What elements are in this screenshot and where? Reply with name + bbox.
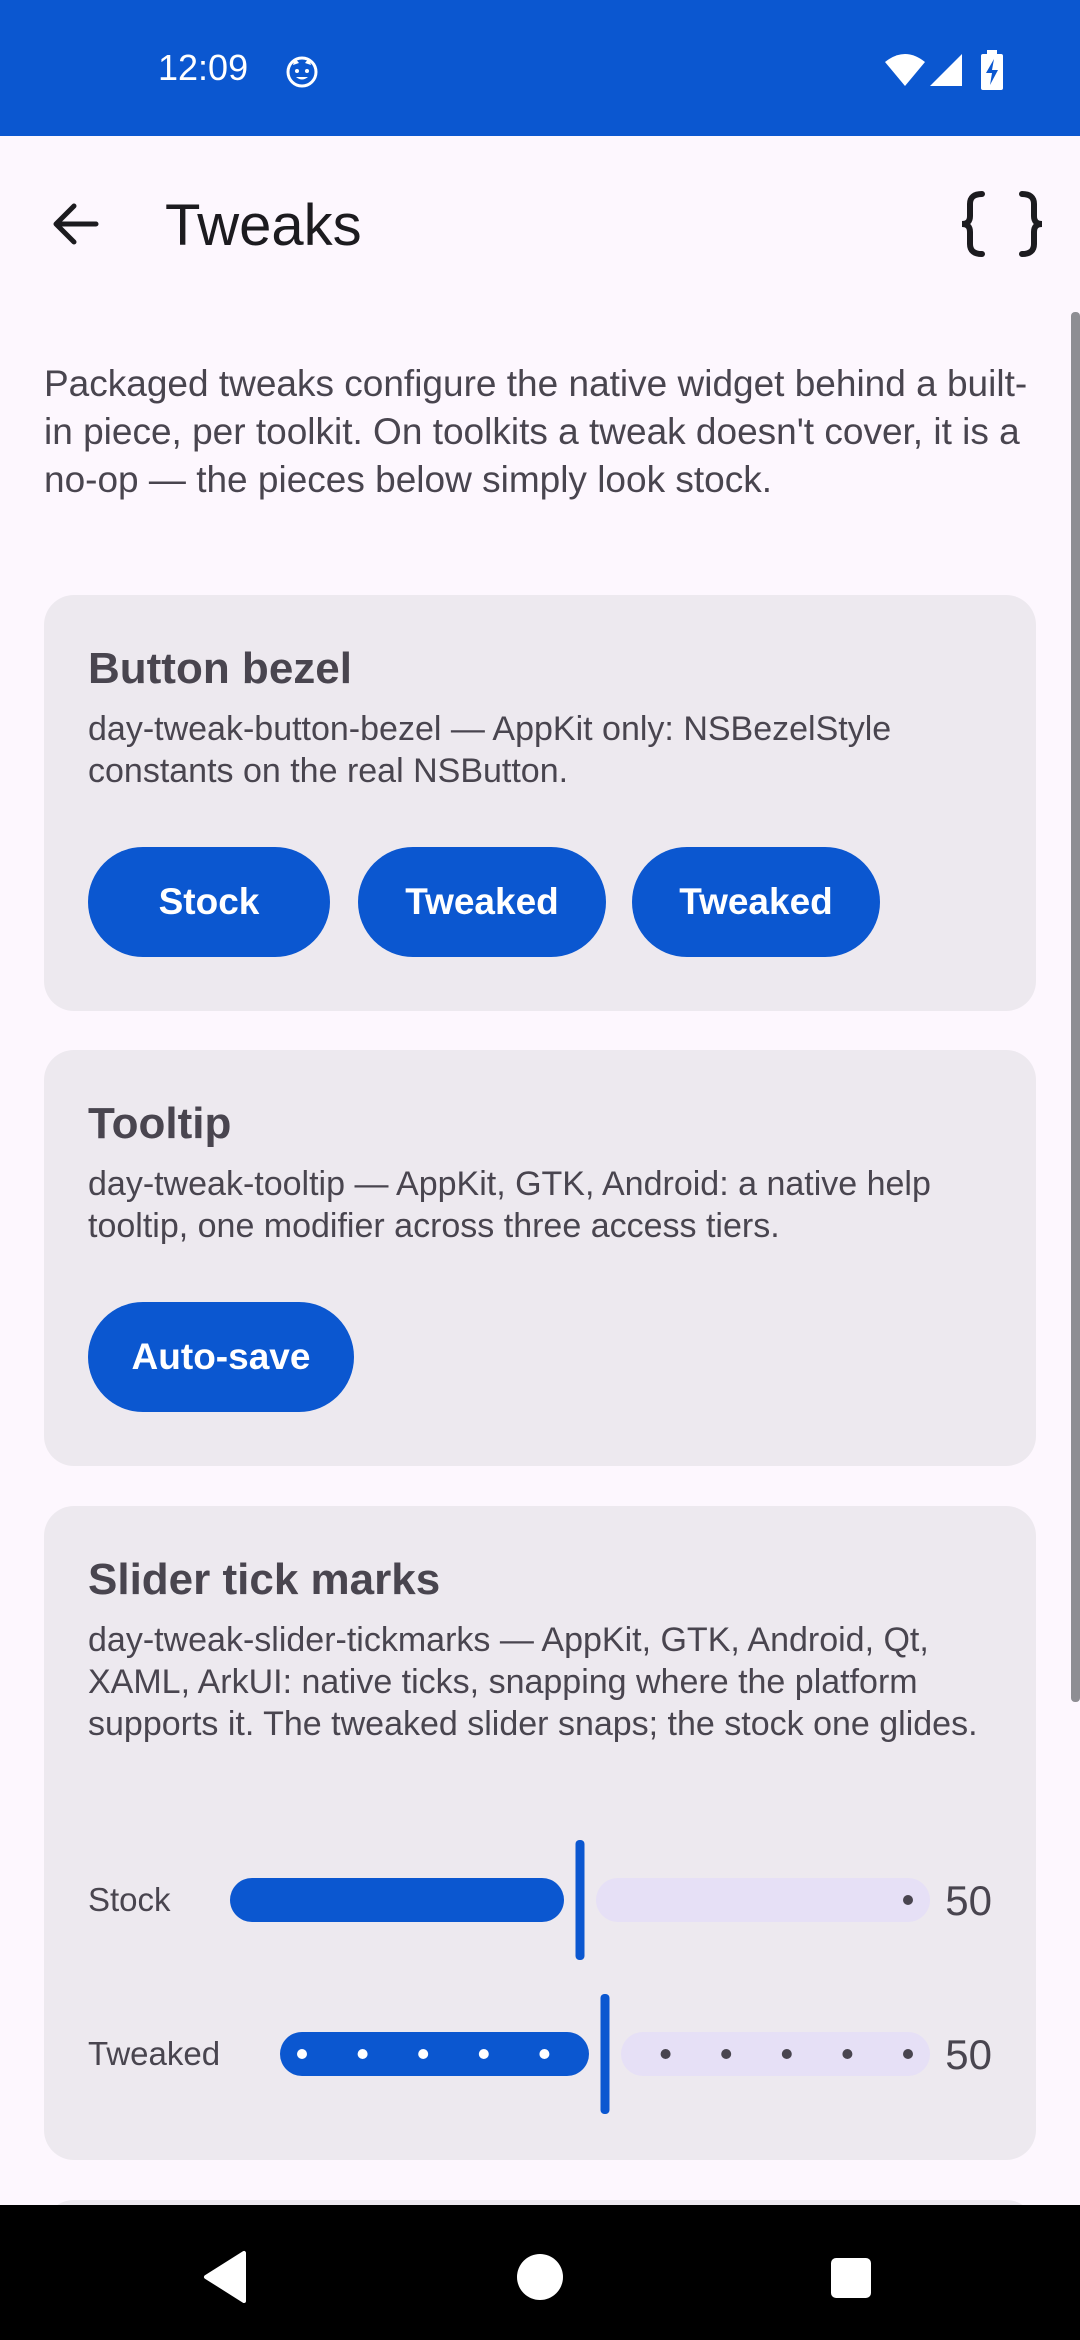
tweaks-content: Packaged tweaks configure the native wid… (0, 312, 1080, 2205)
tweaked-slider-value: 50 (945, 2031, 992, 2078)
card-description: day-tweak-tooltip — AppKit, GTK, Android… (88, 1165, 931, 1245)
slider-thumb (600, 1994, 610, 2114)
tweaked-slider[interactable] (280, 1992, 930, 2116)
nav-home-icon[interactable] (516, 2253, 564, 2301)
stock-slider-value: 50 (945, 1877, 992, 1924)
slider-tick-mark (842, 2049, 853, 2059)
stock-button[interactable]: Stock (88, 847, 330, 957)
slider-tick-mark (478, 2049, 489, 2059)
slider-inactive-track (596, 1878, 930, 1922)
slider-tick-mark (903, 2049, 913, 2059)
auto-save-button[interactable]: Auto-save (88, 1302, 354, 1412)
stock-slider[interactable] (230, 1838, 930, 1962)
battery-charging-icon (981, 50, 1003, 90)
slider-tick-mark (297, 2049, 307, 2059)
slider-thumb (575, 1840, 585, 1960)
status-bar: 12:09 (0, 0, 1080, 136)
code-braces-icon[interactable] (956, 188, 1048, 260)
button-bezel-card: Button bezel day-tweak-button-bezel — Ap… (44, 595, 1036, 1011)
arrow-back-icon[interactable] (44, 192, 108, 256)
wifi-icon (885, 54, 925, 86)
card-description: day-tweak-slider-tickmarks — AppKit, GTK… (88, 1621, 978, 1743)
card-title: Slider tick marks (88, 1555, 441, 1604)
tooltip-card: Tooltip day-tweak-tooltip — AppKit, GTK,… (44, 1050, 1036, 1466)
card-title: Button bezel (88, 644, 352, 693)
slider-tick-mark (781, 2049, 792, 2059)
slider-end-tick (903, 1895, 913, 1905)
slider-tick-mark (418, 2049, 429, 2059)
slider-tick-mark (721, 2049, 732, 2059)
slider-tick-mark (357, 2049, 368, 2059)
slider-tick-mark (660, 2049, 671, 2059)
page-title: Tweaks (165, 193, 362, 258)
nav-back-icon[interactable] (200, 2249, 252, 2305)
card-description: day-tweak-button-bezel — AppKit only: NS… (88, 710, 892, 790)
intro-text: Packaged tweaks configure the native wid… (44, 363, 1028, 500)
nav-recents-icon[interactable] (830, 2257, 872, 2299)
cellular-signal-icon (930, 54, 962, 86)
slider-tick-mark (539, 2049, 550, 2059)
slider-tickmarks-card: Slider tick marks day-tweak-slider-tickm… (44, 1506, 1036, 2160)
system-nav-bar (0, 2205, 1080, 2340)
app-bar: Tweaks (0, 136, 1080, 312)
tweaked-button-1[interactable]: Tweaked (358, 847, 606, 957)
status-time: 12:09 (158, 47, 249, 88)
tweaked-button-2[interactable]: Tweaked (632, 847, 880, 957)
stock-slider-label: Stock (88, 1881, 171, 1918)
tweaked-slider-label: Tweaked (88, 2035, 221, 2072)
card-title: Tooltip (88, 1099, 232, 1148)
cat-notification-icon (286, 56, 318, 88)
slider-active-track (230, 1878, 564, 1922)
